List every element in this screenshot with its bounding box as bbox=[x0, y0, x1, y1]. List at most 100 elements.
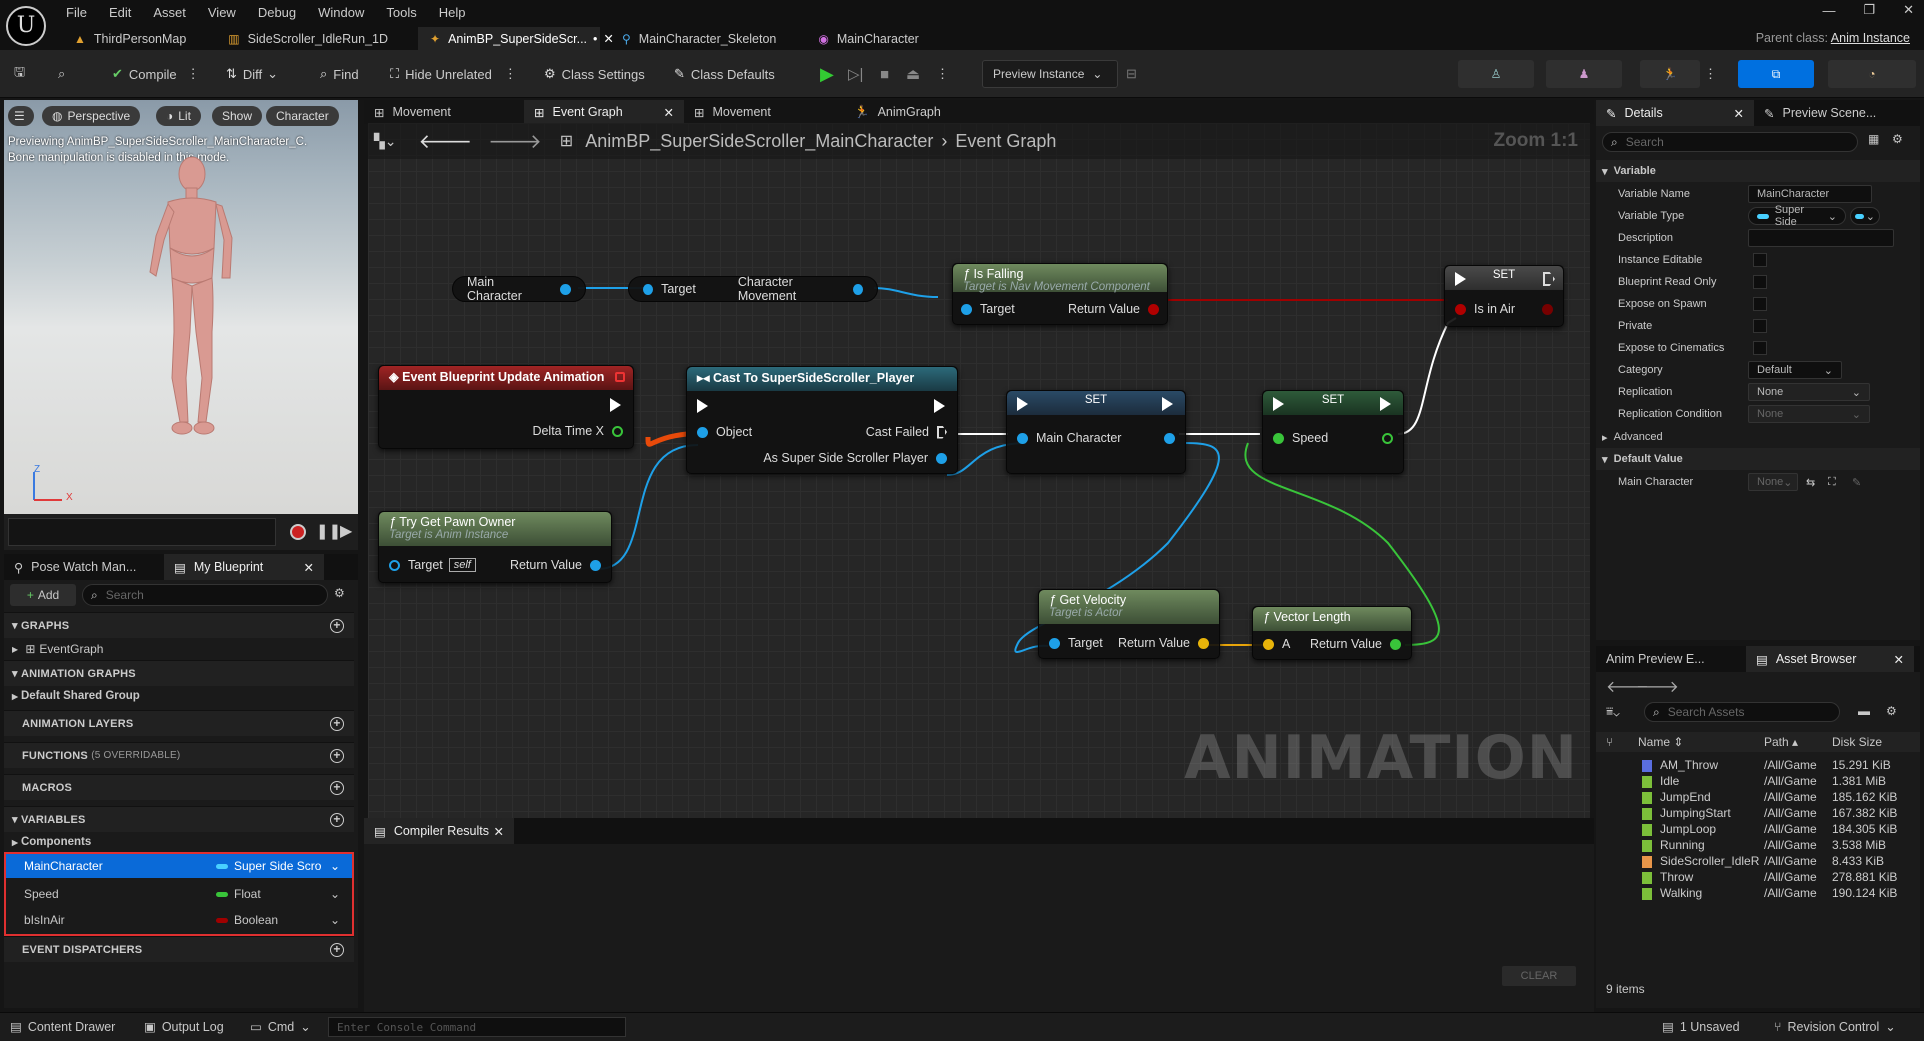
node-get-velocity[interactable]: ƒ Get Velocity Target is Actor Target Ret… bbox=[1038, 589, 1220, 659]
menu-view[interactable]: View bbox=[208, 5, 236, 20]
graph-tab-animgraph[interactable]: 🏃 AnimGraph bbox=[844, 100, 1004, 124]
animation-mode-button[interactable]: 🏃 bbox=[1640, 60, 1700, 88]
node-character-movement[interactable]: Target Character Movement bbox=[628, 275, 878, 303]
variable-row-speed[interactable]: Speed Float ⌄ bbox=[6, 882, 352, 906]
pin-out-icon[interactable] bbox=[612, 425, 623, 437]
list-item[interactable]: JumpingStart/All/Game 167.382 KiB bbox=[1596, 806, 1916, 822]
preview-instance-dropdown[interactable]: Preview Instance ⌄ bbox=[982, 60, 1118, 88]
mesh-mode-button[interactable]: ♟ bbox=[1546, 60, 1622, 88]
default-object-dropdown[interactable]: None ⌄ bbox=[1748, 473, 1798, 491]
list-item[interactable]: Running/All/Game 3.538 MiB bbox=[1596, 838, 1916, 854]
perspective-button[interactable]: ◍ Perspective bbox=[42, 106, 141, 126]
variable-row-main-character[interactable]: MainCharacter Super Side Scroll ⌄ bbox=[6, 854, 352, 878]
more-icon[interactable]: ⋮ bbox=[187, 66, 200, 82]
exec-in-icon[interactable] bbox=[1455, 272, 1466, 286]
menu-file[interactable]: File bbox=[66, 5, 87, 20]
pin-out-icon[interactable] bbox=[1198, 637, 1209, 649]
close-icon[interactable]: ✕ bbox=[1734, 106, 1744, 121]
menu-edit[interactable]: Edit bbox=[109, 5, 131, 20]
pin-return[interactable]: Return Value bbox=[1310, 637, 1401, 651]
chevron-down-icon[interactable]: ⌄ bbox=[330, 887, 340, 901]
use-selected-icon[interactable]: ⇆ bbox=[1806, 476, 1815, 489]
section-animation-graphs[interactable]: ▾ ANIMATION GRAPHS bbox=[4, 660, 354, 686]
pin-in-icon[interactable] bbox=[1455, 303, 1466, 315]
details-section-default-value[interactable]: ▾ Default Value bbox=[1596, 448, 1920, 470]
eject-icon[interactable]: ⏏ bbox=[906, 50, 920, 98]
content-drawer-button[interactable]: ▤ Content Drawer bbox=[10, 1019, 115, 1035]
browse-to-icon[interactable]: ⛶ bbox=[1828, 476, 1836, 489]
play-icon[interactable]: ▶ bbox=[820, 50, 834, 98]
expose-cinematics-checkbox[interactable] bbox=[1753, 341, 1767, 355]
add-function-icon[interactable]: + bbox=[330, 748, 344, 763]
pin-return[interactable]: Return Value bbox=[1068, 302, 1159, 316]
pin-target[interactable]: Target bbox=[961, 302, 1015, 316]
section-functions[interactable]: FUNCTIONS (5 OVERRIDABLE) + bbox=[4, 742, 354, 768]
list-item[interactable]: Throw/All/Game 278.881 KiB bbox=[1596, 870, 1916, 886]
table-view-icon[interactable]: ▦ bbox=[1868, 132, 1879, 146]
pin-out-icon[interactable] bbox=[1390, 638, 1401, 650]
exec-in-icon[interactable] bbox=[697, 399, 708, 413]
graph-tab-movement[interactable]: ⊞ Movement bbox=[364, 100, 524, 124]
pin-in-icon[interactable] bbox=[1273, 432, 1284, 444]
section-variables[interactable]: ▾ VARIABLES + bbox=[4, 806, 354, 832]
class-settings-button[interactable]: ⚙ Class Settings bbox=[544, 50, 645, 98]
browse-icon[interactable]: ⌕ bbox=[58, 50, 65, 98]
pause-icon[interactable]: ❚❚ bbox=[316, 522, 341, 540]
menu-window[interactable]: Window bbox=[318, 5, 364, 20]
variable-row-bisinair[interactable]: bIsInAir Boolean ⌄ bbox=[6, 908, 352, 932]
section-macros[interactable]: MACROS + bbox=[4, 774, 354, 800]
pin-out-icon[interactable] bbox=[936, 452, 947, 464]
close-icon[interactable]: ✕ bbox=[1894, 652, 1904, 667]
tab-main-character[interactable]: ◉ MainCharacter bbox=[806, 27, 934, 50]
menu-asset[interactable]: Asset bbox=[153, 5, 186, 20]
pin-main-character[interactable]: Main Character bbox=[1017, 431, 1121, 445]
find-button[interactable]: ⌕ Find bbox=[320, 50, 359, 98]
pin-out-icon[interactable] bbox=[590, 559, 601, 571]
close-icon[interactable]: ✕ bbox=[494, 824, 504, 839]
pin-in-icon[interactable] bbox=[643, 283, 654, 295]
tree-icon[interactable]: ⑂ bbox=[1606, 735, 1613, 749]
revision-control-button[interactable]: ⑂ Revision Control ⌄ bbox=[1774, 1019, 1896, 1035]
exec-out-icon[interactable] bbox=[1162, 397, 1173, 411]
timeline-bar[interactable] bbox=[8, 518, 276, 546]
tab-compiler-results[interactable]: ▤ Compiler Results ✕ bbox=[364, 818, 514, 844]
pin-return[interactable]: Return Value bbox=[510, 558, 601, 572]
step-icon[interactable]: ▷| bbox=[848, 50, 863, 98]
expose-on-spawn-checkbox[interactable] bbox=[1753, 297, 1767, 311]
pin-in-icon[interactable] bbox=[1017, 432, 1028, 444]
node-set-speed[interactable]: SET Speed bbox=[1262, 390, 1404, 474]
pin-a[interactable]: A bbox=[1263, 637, 1290, 651]
close-window-icon[interactable]: ✕ bbox=[1903, 2, 1914, 18]
gear-icon[interactable]: ⚙ bbox=[1886, 704, 1897, 718]
pin-out-icon[interactable] bbox=[560, 283, 571, 295]
picker-icon[interactable]: ✎ bbox=[1852, 476, 1861, 489]
pin-out-icon[interactable] bbox=[852, 283, 863, 295]
exec-out-icon[interactable] bbox=[934, 399, 945, 413]
output-log-button[interactable]: ▣ Output Log bbox=[144, 1019, 224, 1035]
col-name[interactable]: Name ⇕ bbox=[1638, 735, 1683, 749]
exec-out-icon[interactable] bbox=[937, 425, 947, 439]
description-field[interactable] bbox=[1748, 229, 1894, 247]
tab-blendspace[interactable]: ▥ SideScroller_IdleRun_1D bbox=[216, 27, 404, 50]
tab-third-person-map[interactable]: ▲ ThirdPersonMap bbox=[62, 27, 202, 50]
default-shared-group[interactable]: ▸ Default Shared Group bbox=[4, 686, 354, 706]
list-item[interactable]: AM_Throw/All/Game 15.291 KiB bbox=[1596, 758, 1916, 774]
section-animation-layers[interactable]: ANIMATION LAYERS + bbox=[4, 710, 354, 736]
tab-animbp[interactable]: ✦ AnimBP_SuperSideScr... • ✕ bbox=[418, 27, 614, 50]
record-icon[interactable] bbox=[290, 524, 306, 540]
pin-out-icon[interactable] bbox=[1164, 433, 1175, 444]
unreal-logo-icon[interactable]: U bbox=[6, 6, 46, 46]
col-size[interactable]: Disk Size bbox=[1832, 735, 1882, 749]
graph-tab-event-graph[interactable]: ⊞ Event Graph ✕ bbox=[524, 100, 684, 124]
node-is-falling[interactable]: ƒ Is Falling Target is Nav Movement Compo… bbox=[952, 263, 1168, 325]
tab-preview-scene[interactable]: ✎ Preview Scene... bbox=[1754, 100, 1914, 126]
forward-arrow-icon[interactable]: 🡒 bbox=[1636, 676, 1679, 697]
blueprint-read-only-checkbox[interactable] bbox=[1753, 275, 1767, 289]
folder-icon[interactable]: ▬ bbox=[1858, 704, 1870, 718]
show-button[interactable]: Show bbox=[212, 106, 263, 126]
blueprint-search-input[interactable]: ⌕ Search bbox=[82, 584, 328, 606]
hide-unrelated-button[interactable]: ⛶ Hide Unrelated ⋮ bbox=[390, 50, 517, 98]
add-graph-icon[interactable]: + bbox=[330, 618, 344, 633]
menu-help[interactable]: Help bbox=[439, 5, 466, 20]
close-icon[interactable]: ✕ bbox=[304, 560, 314, 575]
